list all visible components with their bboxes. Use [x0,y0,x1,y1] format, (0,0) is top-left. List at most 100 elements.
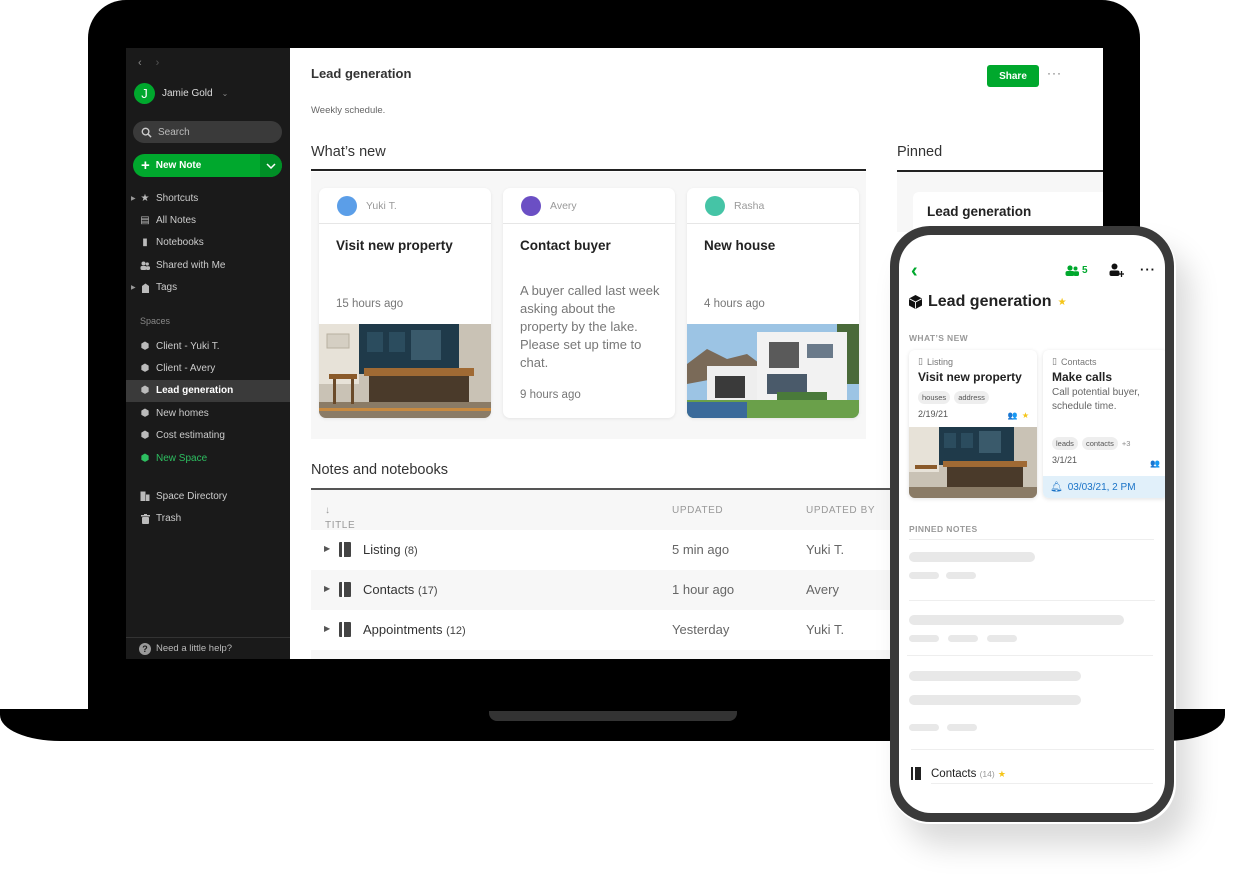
tag-chip[interactable]: leads [1052,437,1078,450]
sidebar-item-shortcuts[interactable]: ▶ ★ Shortcuts [126,187,290,209]
whats-new-cards: Yuki T. Visit new property 15 hours ago [311,172,866,439]
new-space-button[interactable]: ⬢ New Space [126,447,290,469]
column-header-updated-by[interactable]: UPDATED BY [806,505,875,516]
expand-caret-icon[interactable]: ▶ [131,284,136,291]
sidebar-item-label: Client - Yuki T. [156,340,220,352]
note-card[interactable]: Rasha New house 4 hours ago [687,188,859,418]
more-options-icon[interactable]: ··· [1140,262,1156,277]
sidebar-item-space[interactable]: ⬢ Client - Avery [126,357,290,379]
star-icon[interactable]: ★ [1058,297,1067,308]
tag-chip[interactable]: address [954,391,989,404]
loading-skeleton [948,635,978,642]
add-user-icon[interactable] [1109,263,1124,280]
back-icon[interactable]: ‹ [911,260,918,283]
back-arrow-icon[interactable]: ‹ [138,57,142,69]
expand-caret-icon[interactable]: ▶ [324,544,330,553]
expand-caret-icon[interactable]: ▶ [131,195,136,202]
sidebar: ‹ › J Jamie Gold ⌄ Search + New Note ▶ ★ [126,48,290,659]
mobile-note-card[interactable]: ▯ Listing Visit new property houses addr… [909,350,1037,498]
mobile-note-card[interactable]: ▯ Contacts Make calls Call potential buy… [1043,350,1165,498]
notebook-icon [339,582,351,597]
help-link[interactable]: ? Need a little help? [126,637,290,659]
card-author-row: Rasha [687,188,859,224]
loading-skeleton [947,724,977,731]
updated-by: Yuki T. [806,622,845,637]
card-timestamp: 15 hours ago [336,298,404,310]
note-card[interactable]: Avery Contact buyer A buyer called last … [503,188,675,418]
author-name: Avery [550,199,577,212]
table-row[interactable]: ▶ Appointments (12) Yesterday Yuki T. [311,610,911,650]
divider [911,749,1154,750]
loading-skeleton [909,695,1081,705]
sidebar-item-shared-with-me[interactable]: Shared with Me [126,254,290,276]
forward-arrow-icon[interactable]: › [156,57,160,69]
notes-heading: Notes and notebooks [311,462,449,478]
search-placeholder: Search [158,126,190,138]
sidebar-item-label: Client - Avery [156,363,216,375]
sidebar-item-notebooks[interactable]: ▮ Notebooks [126,232,290,254]
table-row-partial [311,650,911,659]
sidebar-item-label: Notebooks [156,237,204,249]
more-tags-count[interactable]: +3 [1122,439,1131,448]
expand-caret-icon[interactable]: ▶ [324,584,330,593]
reminder-bar[interactable]: 🔔︎ 03/03/21, 2 PM [1043,476,1165,498]
card-status-icons: 👥 [1150,459,1160,468]
sort-arrow-icon: ↓ [325,505,331,516]
space-cube-icon: ⬢ [140,385,150,397]
kitchen-image [909,427,1037,498]
sidebar-item-tags[interactable]: ▶ Tags [126,277,290,299]
notebook-title: Appointments (12) [363,622,466,637]
shared-icon: 👥 [1150,459,1160,468]
bottom-nav-list: Space Directory Trash [126,485,290,530]
sidebar-item-all-notes[interactable]: ▤ All Notes [126,209,290,231]
space-description: Weekly schedule. [311,105,386,116]
more-options-icon[interactable]: ··· [1047,66,1062,80]
table-row[interactable]: ▶ Contacts (17) 1 hour ago Avery [311,570,911,610]
house-image [687,324,859,418]
sidebar-item-space-directory[interactable]: Space Directory [126,485,290,507]
mobile-app-screen: ‹ 5 ··· Lead generation ★ WHAT’S NEW ▯ L… [899,235,1165,813]
sidebar-item-space[interactable]: ⬢ Cost estimating [126,425,290,447]
author-avatar [337,195,357,216]
new-note-dropdown[interactable] [260,154,282,177]
pinned-notebook-contacts[interactable]: Contacts (14) ★ [911,767,1006,780]
sidebar-item-space[interactable]: ⬢ Client - Yuki T. [126,335,290,357]
card-title: Make calls [1052,370,1113,384]
expand-caret-icon[interactable]: ▶ [324,624,330,633]
share-button[interactable]: Share [987,65,1039,87]
building-icon [140,491,150,502]
user-name: Jamie Gold [162,88,213,99]
tag-list: houses address [918,391,989,404]
sidebar-item-space[interactable]: ⬢ New homes [126,402,290,424]
whats-new-label: WHAT’S NEW [909,333,969,343]
sidebar-item-trash[interactable]: Trash [126,507,290,529]
card-author-row: Yuki T. [319,188,491,224]
column-header-updated[interactable]: UPDATED [672,505,723,516]
tag-chip[interactable]: houses [918,391,951,404]
new-note-button[interactable]: + New Note [133,154,282,177]
notebook-outline-icon: ▯ [1052,356,1057,366]
new-note-main[interactable]: + New Note [133,158,260,173]
tag-chip[interactable]: contacts [1081,437,1118,450]
sidebar-item-space-active[interactable]: ⬢ Lead generation [126,379,290,403]
note-card[interactable]: Yuki T. Visit new property 15 hours ago [319,188,491,418]
kitchen-image [319,324,491,418]
phone-frame: ‹ 5 ··· Lead generation ★ WHAT’S NEW ▯ L… [890,226,1174,822]
shared-icon [140,261,150,270]
space-cube-icon: ⬢ [140,363,150,375]
table-row[interactable]: ▶ Listing (8) 5 min ago Yuki T. [311,530,911,570]
updated-time: 5 min ago [672,542,730,557]
account-switcher[interactable]: J Jamie Gold ⌄ [134,83,228,104]
pinned-heading: Pinned [897,144,943,160]
search-input[interactable]: Search [133,121,282,143]
shared-members-button[interactable]: 5 [1065,265,1088,276]
column-header-title[interactable]: TITLE ↓ [325,505,355,531]
note-count: (17) [417,585,438,597]
loading-skeleton [946,572,976,579]
loading-skeleton [987,635,1017,642]
star-icon: ★ [997,768,1006,779]
shared-icon [1065,265,1079,276]
loading-skeleton [909,572,939,579]
card-status-icons: 👥 ★ [1008,411,1029,420]
note-icon: ▤ [140,215,150,227]
